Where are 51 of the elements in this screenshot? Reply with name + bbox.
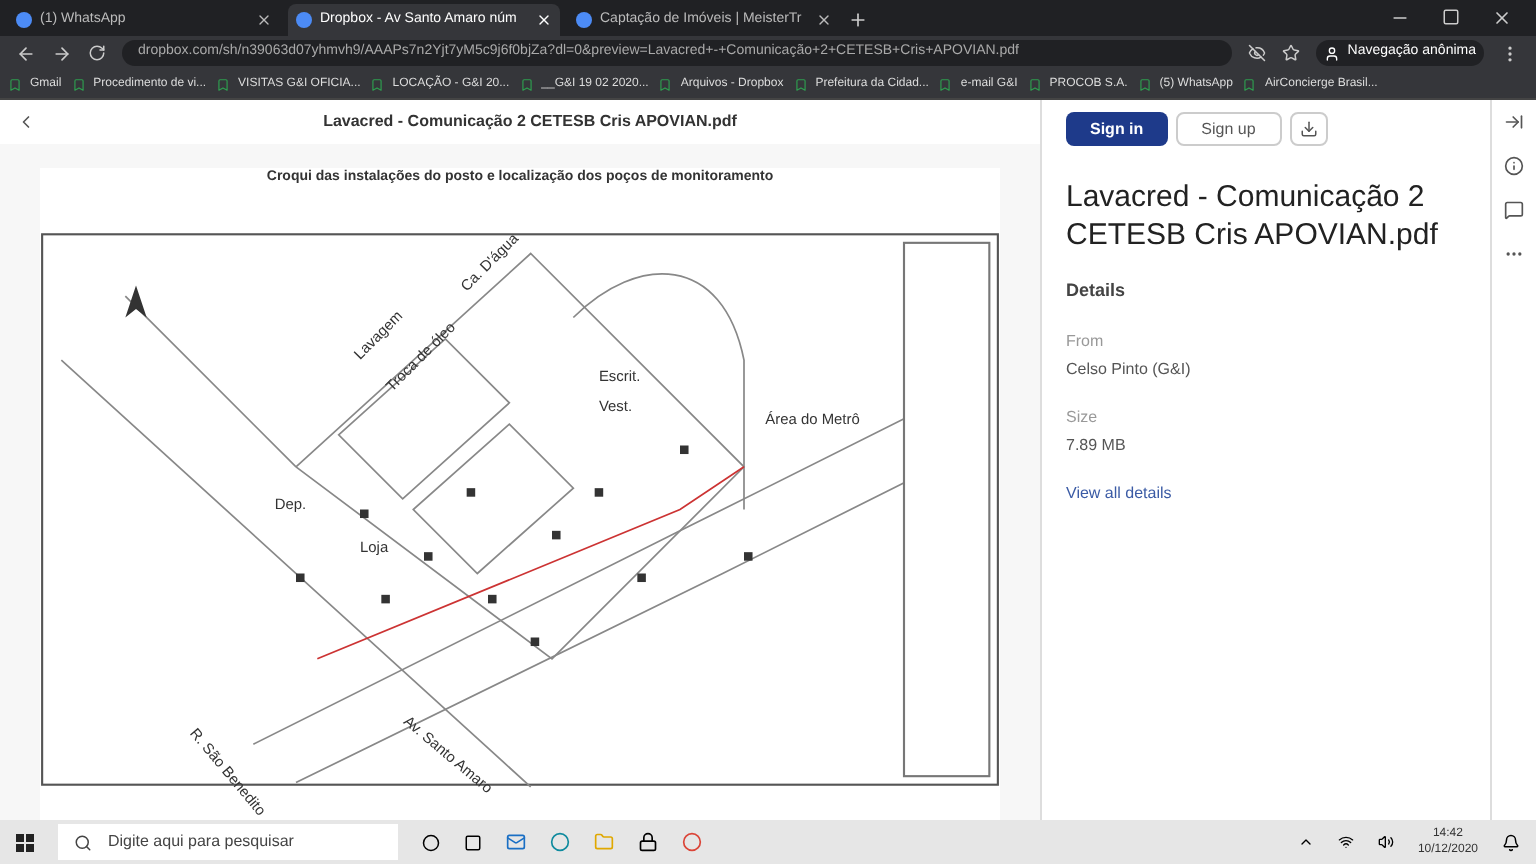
close-icon[interactable] <box>816 12 832 28</box>
info-icon[interactable] <box>1504 156 1524 176</box>
eye-off-icon[interactable] <box>1247 44 1266 62</box>
bookmark-icon <box>793 77 808 91</box>
site-icon <box>576 12 592 28</box>
reload-icon[interactable] <box>88 44 106 62</box>
notification-icon[interactable] <box>1502 833 1520 851</box>
back-icon[interactable] <box>16 43 36 63</box>
search-icon <box>74 833 92 851</box>
download-button[interactable] <box>1289 112 1328 146</box>
bookmark-icon <box>8 77 22 91</box>
chevron-up-icon[interactable] <box>1297 834 1314 850</box>
bookmark-icon <box>216 77 231 91</box>
details-heading: Details <box>1066 278 1128 304</box>
start-icon[interactable] <box>16 833 34 851</box>
detail-label: From <box>1066 329 1106 353</box>
sign-in-button[interactable]: Sign in <box>1066 112 1168 146</box>
new-tab-icon[interactable] <box>848 10 868 30</box>
circle-icon[interactable] <box>422 833 440 851</box>
mail-icon[interactable] <box>506 832 526 852</box>
close-icon[interactable] <box>256 12 272 28</box>
bookmark-icon <box>938 77 953 91</box>
bookmark-icon <box>658 77 673 91</box>
task-view-icon[interactable] <box>464 833 482 851</box>
site-icon <box>296 12 312 28</box>
star-icon[interactable] <box>1281 44 1300 62</box>
bookmark-icon <box>370 77 385 91</box>
close-icon[interactable] <box>1492 8 1512 28</box>
network-icon[interactable] <box>1337 834 1354 850</box>
taskbar-search-field[interactable]: Digite aqui para pesquisar <box>58 824 398 860</box>
document-title: Lavacred - Comunicação 2 CETESB Cris APOVIAN.pdf <box>321 110 739 134</box>
maximize-icon[interactable] <box>1442 8 1460 26</box>
detail-value: Celso Pinto (G&I) <box>1066 357 1193 381</box>
bookmark-icon <box>71 77 86 91</box>
detail-value: 7.89 MB <box>1066 433 1128 457</box>
person-icon <box>1323 45 1340 61</box>
detail-label: Size <box>1066 405 1100 429</box>
download-icon <box>1299 120 1318 138</box>
file-title: Lavacred - Comunicação 2 CETESB Cris APOVIAN.pdf <box>1066 178 1440 254</box>
bookmark-icon <box>1242 77 1257 91</box>
forward-icon[interactable] <box>52 43 72 63</box>
lock-icon[interactable] <box>638 832 658 852</box>
volume-icon[interactable] <box>1377 834 1394 850</box>
sign-up-button[interactable]: Sign up <box>1175 112 1282 146</box>
collapse-icon[interactable] <box>1504 112 1524 132</box>
view-details-link[interactable]: View all details <box>1066 481 1466 505</box>
bookmark-icon <box>519 77 534 91</box>
site-icon <box>16 12 32 28</box>
bookmark-icon <box>1137 77 1152 91</box>
comment-icon[interactable] <box>1504 200 1524 220</box>
bookmark-icon <box>1027 77 1042 91</box>
